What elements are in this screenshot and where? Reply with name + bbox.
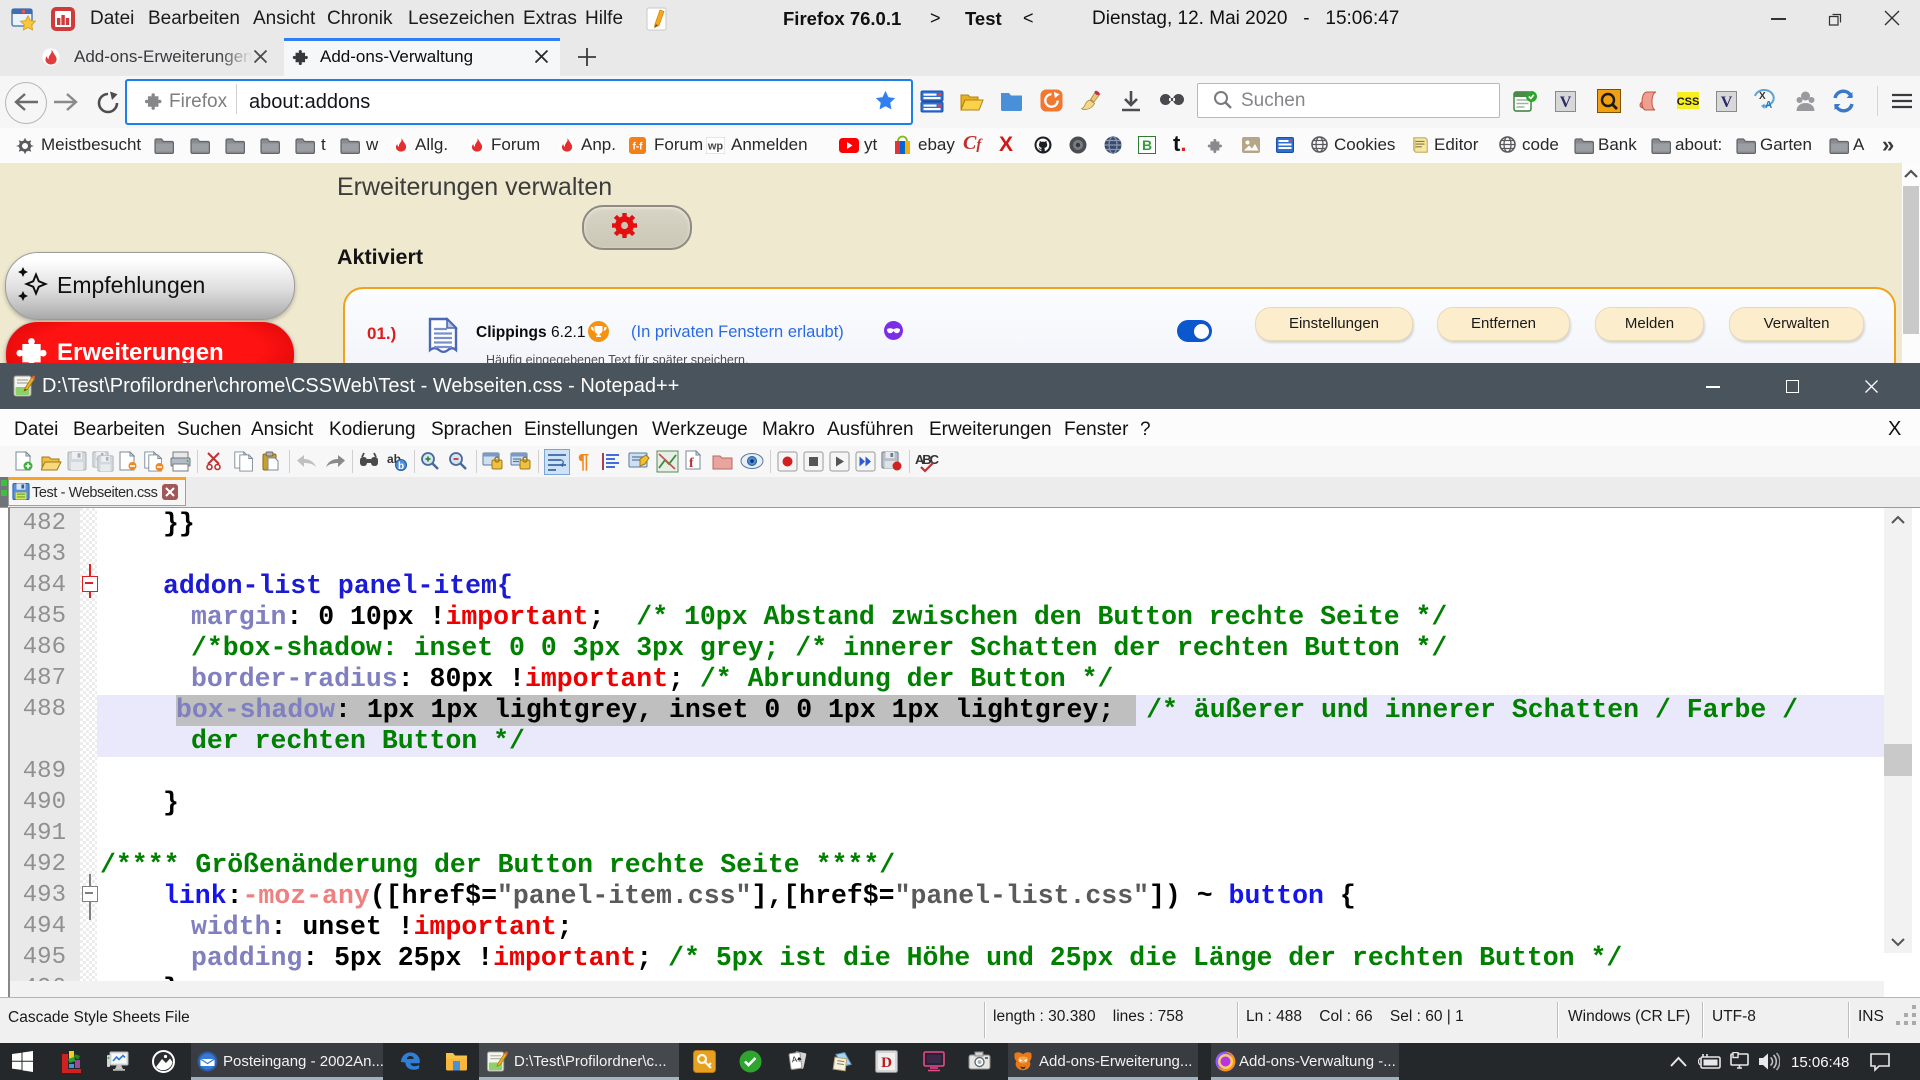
svg-text:¶: ¶: [578, 451, 589, 472]
svg-text:f: f: [689, 456, 694, 471]
svg-text:f-f: f-f: [633, 142, 644, 153]
svg-text:B: B: [1142, 137, 1152, 153]
svg-text:V: V: [1721, 94, 1733, 111]
svg-text:b: b: [398, 461, 404, 472]
svg-text:CSS: CSS: [1677, 96, 1699, 108]
svg-text:D: D: [881, 1055, 892, 1071]
svg-text:A: A: [1765, 100, 1772, 111]
svg-text:V: V: [1560, 94, 1572, 111]
svg-text:wp: wp: [707, 141, 724, 153]
svg-text:ABC: ABC: [915, 452, 940, 467]
